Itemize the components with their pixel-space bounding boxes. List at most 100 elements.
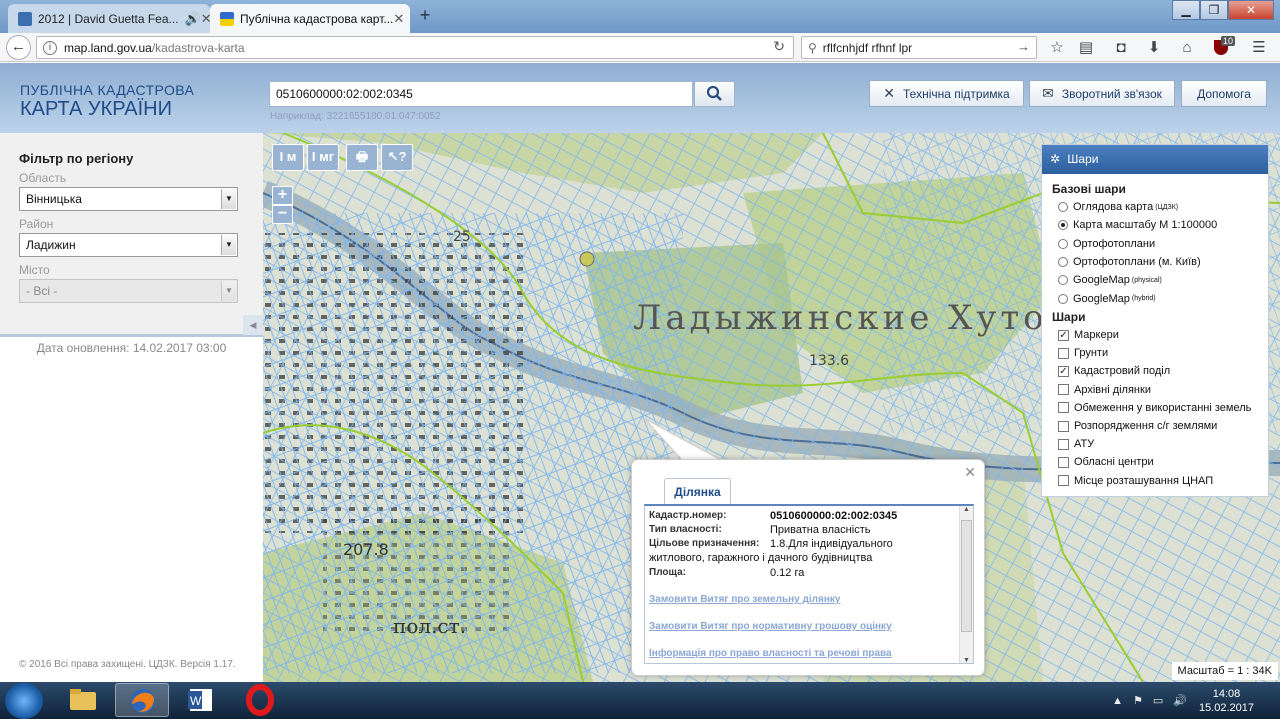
pocket-icon[interactable]: ◘ [1112, 40, 1130, 56]
checkbox[interactable] [1058, 402, 1069, 414]
network-icon[interactable]: ▭ [1153, 694, 1163, 707]
help-label: Допомога [1197, 86, 1251, 101]
tray-expand-icon[interactable]: ▲ [1112, 695, 1123, 707]
home-icon[interactable]: ⌂ [1178, 40, 1196, 56]
ublock-icon[interactable]: 10 [1212, 36, 1236, 56]
checkbox[interactable] [1058, 475, 1069, 487]
browser-tab-youtube[interactable]: 2012 | David Guetta Fea... 🔊 ✕ [8, 4, 210, 33]
info-key: Кадастр.номер: [649, 510, 727, 521]
base-layer-label: Оглядова карта [1073, 201, 1154, 213]
order-valuation-link[interactable]: Замовити Витяг про нормативну грошову оц… [649, 621, 892, 632]
ownership-info-link[interactable]: Інформація про право власності та речові… [649, 648, 892, 659]
scroll-up-icon[interactable]: ▲ [963, 506, 970, 513]
help-button[interactable]: Допомога [1181, 80, 1267, 107]
base-layer-option[interactable]: Оглядова карта (ЦДЗК) [1058, 201, 1178, 213]
browser-search-bar[interactable]: ⚲ rflfcnhjdf rfhnf lpr → [801, 36, 1037, 59]
new-tab-icon[interactable]: + [416, 6, 434, 24]
base-layer-option[interactable]: GoogleMap (hybrid) [1058, 293, 1156, 305]
base-layer-option[interactable]: Ортофотоплани [1058, 238, 1155, 250]
taskbar-explorer[interactable] [56, 683, 110, 717]
feedback-button[interactable]: ✉ Зворотний зв'язок [1029, 80, 1175, 107]
zoom-out-button[interactable]: − [272, 205, 293, 224]
tab-audio-icon[interactable]: 🔊 [185, 11, 201, 27]
back-arrow-icon[interactable]: ← [6, 35, 31, 60]
overlay-layer-label: Архівні ділянки [1074, 383, 1151, 396]
tab-parcel[interactable]: Ділянка [664, 478, 731, 504]
taskbar-opera[interactable] [233, 683, 287, 717]
radio-button[interactable] [1058, 202, 1068, 212]
collapse-sidebar-icon[interactable]: ◀ [243, 315, 263, 335]
site-logo[interactable]: ПУБЛІЧНА КАДАСТРОВА КАРТА УКРАЇНИ [20, 83, 194, 119]
oblast-select[interactable]: Вінницька ▼ [19, 187, 238, 211]
flag-icon[interactable]: ⚑ [1133, 694, 1143, 707]
checkbox[interactable] [1058, 420, 1069, 432]
order-extract-link[interactable]: Замовити Витяг про земельну ділянку [649, 594, 840, 605]
minimize-icon[interactable]: ▁ [1172, 0, 1200, 20]
city-select[interactable]: - Всі - ▼ [19, 279, 238, 303]
close-icon[interactable]: ✕ [964, 464, 976, 481]
overlay-layer-option[interactable]: ✓ Маркери [1058, 329, 1119, 341]
close-icon[interactable]: ✕ [393, 11, 404, 27]
tech-support-button[interactable]: ✕ Технічна підтримка [869, 80, 1024, 107]
base-layer-option[interactable]: GoogleMap (physical) [1058, 274, 1162, 286]
search-button[interactable] [694, 81, 735, 107]
raion-select[interactable]: Ладижин ▼ [19, 233, 238, 257]
volume-icon[interactable]: 🔊 [1173, 694, 1187, 707]
checkbox[interactable] [1058, 456, 1069, 468]
radio-button[interactable] [1058, 256, 1068, 267]
overlay-layer-label: Обласні центри [1074, 456, 1154, 469]
measure-area-icon[interactable]: I мг [307, 144, 339, 171]
checkbox[interactable]: ✓ [1058, 365, 1069, 377]
checkbox[interactable]: ✓ [1058, 329, 1069, 341]
overlay-layer-option[interactable]: Архівні ділянки [1058, 384, 1151, 396]
overlay-layer-option[interactable]: Обласні центри [1058, 456, 1154, 468]
taskbar-word[interactable]: W [174, 683, 228, 717]
base-layer-option[interactable]: Карта масштабу М 1:100000 [1058, 219, 1217, 231]
measure-length-icon[interactable]: I м [272, 144, 304, 171]
radio-button[interactable] [1058, 220, 1068, 231]
overlay-layer-option[interactable]: ✓ Кадастровий поділ [1058, 365, 1170, 377]
region-filter: Фільтр по регіону Область Вінницька ▼ Ра… [0, 133, 263, 337]
radio-button[interactable] [1058, 275, 1068, 286]
scroll-thumb[interactable] [961, 520, 972, 632]
overlay-layer-option[interactable]: АТУ [1058, 438, 1094, 450]
base-layer-option[interactable]: Ортофотоплани (м. Київ) [1058, 256, 1201, 268]
scroll-down-icon[interactable]: ▼ [963, 657, 970, 663]
arrow-right-icon[interactable]: → [1017, 39, 1030, 54]
overlay-layer-option[interactable]: Обмеження у використанні земель [1058, 402, 1251, 414]
checkbox[interactable] [1058, 438, 1069, 450]
download-icon[interactable]: ⬇ [1145, 40, 1163, 56]
layers-header[interactable]: ✲ Шари [1042, 145, 1268, 174]
window-close-icon[interactable]: ✕ [1228, 0, 1274, 20]
info-value: 0510600000:02:002:0345 [770, 510, 898, 522]
map-view[interactable]: Ладыжинские Хутор пол.ст. 207.8 133.6 25… [263, 133, 1280, 682]
layers-panel: ✲ Шари Базові шари Оглядова карта (ЦДЗК) К… [1041, 144, 1269, 497]
windows-start-icon[interactable] [5, 683, 43, 719]
overlay-layer-option[interactable]: Грунти [1058, 347, 1108, 359]
taskbar-firefox[interactable] [115, 683, 169, 717]
bookmark-star-icon[interactable]: ☆ [1048, 40, 1066, 56]
zoom-in-button[interactable]: + [272, 186, 293, 205]
browser-tab-cadastre[interactable]: Публічна кадастрова карт... ✕ [210, 4, 410, 33]
info-icon[interactable]: i [43, 40, 57, 55]
reading-list-icon[interactable]: ▤ [1077, 40, 1095, 56]
print-icon[interactable]: 🖶 [346, 144, 378, 171]
popup-scrollbar[interactable]: ▲ ▼ [959, 506, 973, 663]
maximize-icon[interactable]: ❐ [1200, 0, 1228, 20]
overlay-layer-option[interactable]: Місце розташування ЦНАП [1058, 475, 1213, 487]
menu-icon[interactable]: ☰ [1250, 40, 1268, 56]
checkbox[interactable] [1058, 347, 1069, 359]
reload-icon[interactable]: ↻ [773, 38, 785, 55]
radio-button[interactable] [1058, 293, 1068, 304]
identify-icon[interactable]: ↖? [381, 144, 413, 171]
base-layer-label: Карта масштабу М 1:100000 [1073, 219, 1218, 232]
close-icon[interactable]: ✕ [201, 11, 210, 27]
feedback-label: Зворотний зв'язок [1061, 86, 1162, 101]
clock[interactable]: 14:08 15.02.2017 [1199, 687, 1254, 715]
checkbox[interactable] [1058, 384, 1069, 396]
radio-button[interactable] [1058, 238, 1068, 249]
cadastre-search-input[interactable] [269, 81, 693, 107]
overlay-layer-option[interactable]: Розпорядження с/г землями [1058, 420, 1217, 432]
url-bar[interactable]: i map.land.gov.ua /kadastrova-karta ↻ [36, 36, 794, 59]
raion-label: Район [19, 217, 54, 231]
